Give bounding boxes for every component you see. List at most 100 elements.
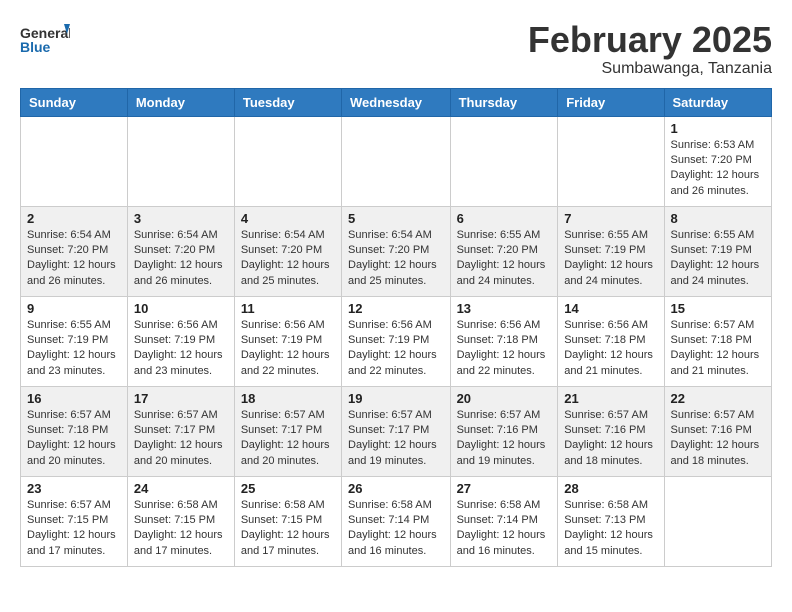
table-row: 6Sunrise: 6:55 AM Sunset: 7:20 PM Daylig… bbox=[450, 206, 558, 296]
table-row bbox=[664, 476, 771, 566]
table-row: 14 Sunrise: 6:56 AM Sunset: 7:18 PM Dayli… bbox=[558, 296, 664, 386]
header-tuesday: Tuesday bbox=[234, 88, 341, 116]
day-content: Sunrise: 6:57 AM Sunset: 7:18 PM Dayligh… bbox=[671, 318, 765, 380]
day-number: 8 bbox=[671, 211, 765, 226]
table-row: 28 Sunrise: 6:58 AM Sunset: 7:13 PM Dayli… bbox=[558, 476, 664, 566]
calendar-week-2: 2Sunrise: 6:54 AM Sunset: 7:20 PM Daylig… bbox=[21, 206, 772, 296]
day-content: Sunrise: 6:58 AM Sunset: 7:14 PM Dayligh… bbox=[457, 498, 552, 560]
day-number: 13 bbox=[457, 301, 552, 316]
header-thursday: Thursday bbox=[450, 88, 558, 116]
table-row: 15 Sunrise: 6:57 AM Sunset: 7:18 PM Dayli… bbox=[664, 296, 771, 386]
day-number: 27 bbox=[457, 481, 552, 496]
day-number: 25 bbox=[241, 481, 335, 496]
table-row: 18 Sunrise: 6:57 AM Sunset: 7:17 PM Dayli… bbox=[234, 386, 341, 476]
day-content: Sunrise: 6:56 AM Sunset: 7:18 PM Dayligh… bbox=[564, 318, 657, 380]
table-row: 5 Sunrise: 6:54 AM Sunset: 7:20 PM Daylig… bbox=[342, 206, 451, 296]
table-row: 2Sunrise: 6:54 AM Sunset: 7:20 PM Daylig… bbox=[21, 206, 128, 296]
table-row: 11 Sunrise: 6:56 AM Sunset: 7:19 PM Dayli… bbox=[234, 296, 341, 386]
day-number: 17 bbox=[134, 391, 228, 406]
table-row: 22 Sunrise: 6:57 AM Sunset: 7:16 PM Dayli… bbox=[664, 386, 771, 476]
day-number: 7 bbox=[564, 211, 657, 226]
day-number: 6 bbox=[457, 211, 552, 226]
day-content: Sunrise: 6:55 AM Sunset: 7:19 PM Dayligh… bbox=[564, 228, 657, 290]
header-saturday: Saturday bbox=[664, 88, 771, 116]
logo-icon: General Blue bbox=[20, 20, 70, 58]
header-monday: Monday bbox=[127, 88, 234, 116]
day-content: Sunrise: 6:55 AM Sunset: 7:19 PM Dayligh… bbox=[671, 228, 765, 290]
day-content: Sunrise: 6:58 AM Sunset: 7:13 PM Dayligh… bbox=[564, 498, 657, 560]
day-number: 26 bbox=[348, 481, 444, 496]
day-number: 15 bbox=[671, 301, 765, 316]
day-content: Sunrise: 6:54 AM Sunset: 7:20 PM Dayligh… bbox=[27, 228, 121, 290]
page-header: General Blue February 2025 Sumbawanga, T… bbox=[20, 20, 772, 78]
table-row: 26 Sunrise: 6:58 AM Sunset: 7:14 PM Dayli… bbox=[342, 476, 451, 566]
day-number: 14 bbox=[564, 301, 657, 316]
table-row: 10 Sunrise: 6:56 AM Sunset: 7:19 PM Dayli… bbox=[127, 296, 234, 386]
table-row: 3 Sunrise: 6:54 AM Sunset: 7:20 PM Daylig… bbox=[127, 206, 234, 296]
table-row bbox=[450, 116, 558, 206]
day-number: 3 bbox=[134, 211, 228, 226]
table-row: 12 Sunrise: 6:56 AM Sunset: 7:19 PM Dayli… bbox=[342, 296, 451, 386]
day-number: 16 bbox=[27, 391, 121, 406]
table-row bbox=[558, 116, 664, 206]
table-row: 17 Sunrise: 6:57 AM Sunset: 7:17 PM Dayli… bbox=[127, 386, 234, 476]
day-content: Sunrise: 6:54 AM Sunset: 7:20 PM Dayligh… bbox=[241, 228, 335, 290]
table-row bbox=[127, 116, 234, 206]
day-content: Sunrise: 6:57 AM Sunset: 7:17 PM Dayligh… bbox=[241, 408, 335, 470]
title-block: February 2025 Sumbawanga, Tanzania bbox=[528, 20, 772, 78]
day-content: Sunrise: 6:57 AM Sunset: 7:17 PM Dayligh… bbox=[134, 408, 228, 470]
day-content: Sunrise: 6:55 AM Sunset: 7:19 PM Dayligh… bbox=[27, 318, 121, 380]
table-row: 24 Sunrise: 6:58 AM Sunset: 7:15 PM Dayli… bbox=[127, 476, 234, 566]
day-number: 20 bbox=[457, 391, 552, 406]
calendar-header-row: Sunday Monday Tuesday Wednesday Thursday… bbox=[21, 88, 772, 116]
calendar-table: Sunday Monday Tuesday Wednesday Thursday… bbox=[20, 88, 772, 567]
day-content: Sunrise: 6:57 AM Sunset: 7:16 PM Dayligh… bbox=[564, 408, 657, 470]
table-row: 25Sunrise: 6:58 AM Sunset: 7:15 PM Dayli… bbox=[234, 476, 341, 566]
logo: General Blue bbox=[20, 20, 70, 58]
day-content: Sunrise: 6:58 AM Sunset: 7:15 PM Dayligh… bbox=[134, 498, 228, 560]
day-number: 28 bbox=[564, 481, 657, 496]
table-row: 9 Sunrise: 6:55 AM Sunset: 7:19 PM Daylig… bbox=[21, 296, 128, 386]
day-number: 19 bbox=[348, 391, 444, 406]
day-number: 23 bbox=[27, 481, 121, 496]
month-title: February 2025 bbox=[528, 20, 772, 60]
day-content: Sunrise: 6:57 AM Sunset: 7:17 PM Dayligh… bbox=[348, 408, 444, 470]
day-content: Sunrise: 6:56 AM Sunset: 7:19 PM Dayligh… bbox=[134, 318, 228, 380]
header-wednesday: Wednesday bbox=[342, 88, 451, 116]
day-number: 9 bbox=[27, 301, 121, 316]
day-number: 24 bbox=[134, 481, 228, 496]
day-content: Sunrise: 6:57 AM Sunset: 7:18 PM Dayligh… bbox=[27, 408, 121, 470]
day-content: Sunrise: 6:53 AM Sunset: 7:20 PM Dayligh… bbox=[671, 138, 765, 200]
day-content: Sunrise: 6:56 AM Sunset: 7:19 PM Dayligh… bbox=[241, 318, 335, 380]
calendar-week-1: 1 Sunrise: 6:53 AM Sunset: 7:20 PM Daylig… bbox=[21, 116, 772, 206]
table-row: 8 Sunrise: 6:55 AM Sunset: 7:19 PM Daylig… bbox=[664, 206, 771, 296]
calendar-week-4: 16 Sunrise: 6:57 AM Sunset: 7:18 PM Dayli… bbox=[21, 386, 772, 476]
header-friday: Friday bbox=[558, 88, 664, 116]
table-row: 7 Sunrise: 6:55 AM Sunset: 7:19 PM Daylig… bbox=[558, 206, 664, 296]
location-subtitle: Sumbawanga, Tanzania bbox=[528, 60, 772, 78]
day-number: 11 bbox=[241, 301, 335, 316]
table-row bbox=[342, 116, 451, 206]
day-number: 18 bbox=[241, 391, 335, 406]
day-content: Sunrise: 6:57 AM Sunset: 7:16 PM Dayligh… bbox=[671, 408, 765, 470]
calendar-week-5: 23Sunrise: 6:57 AM Sunset: 7:15 PM Dayli… bbox=[21, 476, 772, 566]
table-row: 21 Sunrise: 6:57 AM Sunset: 7:16 PM Dayli… bbox=[558, 386, 664, 476]
day-content: Sunrise: 6:56 AM Sunset: 7:19 PM Dayligh… bbox=[348, 318, 444, 380]
calendar-week-3: 9 Sunrise: 6:55 AM Sunset: 7:19 PM Daylig… bbox=[21, 296, 772, 386]
day-content: Sunrise: 6:54 AM Sunset: 7:20 PM Dayligh… bbox=[348, 228, 444, 290]
day-content: Sunrise: 6:56 AM Sunset: 7:18 PM Dayligh… bbox=[457, 318, 552, 380]
day-number: 22 bbox=[671, 391, 765, 406]
day-number: 21 bbox=[564, 391, 657, 406]
header-sunday: Sunday bbox=[21, 88, 128, 116]
day-number: 5 bbox=[348, 211, 444, 226]
day-number: 12 bbox=[348, 301, 444, 316]
day-content: Sunrise: 6:58 AM Sunset: 7:14 PM Dayligh… bbox=[348, 498, 444, 560]
table-row: 13 Sunrise: 6:56 AM Sunset: 7:18 PM Dayli… bbox=[450, 296, 558, 386]
day-number: 1 bbox=[671, 121, 765, 136]
day-number: 4 bbox=[241, 211, 335, 226]
svg-text:Blue: Blue bbox=[20, 39, 51, 55]
day-content: Sunrise: 6:54 AM Sunset: 7:20 PM Dayligh… bbox=[134, 228, 228, 290]
table-row: 20Sunrise: 6:57 AM Sunset: 7:16 PM Dayli… bbox=[450, 386, 558, 476]
table-row bbox=[234, 116, 341, 206]
day-number: 10 bbox=[134, 301, 228, 316]
